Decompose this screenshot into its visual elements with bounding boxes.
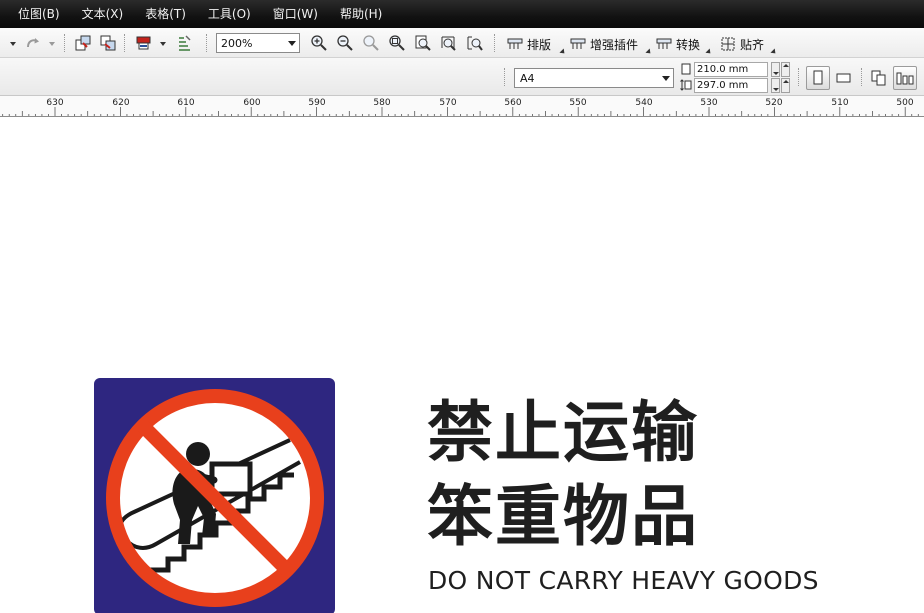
redo-dropdown-icon[interactable] xyxy=(49,42,55,46)
toolbar-separator xyxy=(64,34,65,52)
ruler-label: 500 xyxy=(896,98,914,108)
toolbar-separator xyxy=(494,34,495,52)
ruler-label: 590 xyxy=(308,98,326,108)
no-heavy-goods-sign-icon[interactable] xyxy=(94,378,335,613)
layout-label: 排版 xyxy=(527,37,552,52)
convert-label: 转换 xyxy=(676,37,701,52)
menu-text[interactable]: 文本(X) xyxy=(72,0,134,28)
plugin-button[interactable]: 增强插件 xyxy=(570,34,638,54)
zoom-to-page-icon[interactable] xyxy=(414,34,432,52)
zoom-page-width-icon[interactable] xyxy=(440,34,458,52)
zoom-in-icon[interactable] xyxy=(310,34,328,52)
plugin-label: 增强插件 xyxy=(590,37,639,52)
ruler-label: 540 xyxy=(635,98,653,108)
ruler-label: 510 xyxy=(831,98,849,108)
plugin-icon xyxy=(570,38,586,49)
landscape-button[interactable] xyxy=(832,66,856,90)
menu-tools[interactable]: 工具(O) xyxy=(198,0,261,28)
export-icon[interactable] xyxy=(99,34,117,52)
menu-window[interactable]: 窗口(W) xyxy=(263,0,328,28)
menu-bitmap[interactable]: 位图(B) xyxy=(8,0,70,28)
toolbar-separator xyxy=(798,68,799,86)
page-height-value: 297.0 mm xyxy=(697,80,749,91)
import-icon[interactable] xyxy=(74,34,92,52)
ruler-label: 620 xyxy=(112,98,130,108)
ruler-label: 570 xyxy=(439,98,457,108)
portrait-button[interactable] xyxy=(806,66,830,90)
toolbar-separator xyxy=(124,34,125,52)
options-icon[interactable] xyxy=(176,34,194,52)
convert-button[interactable]: 转换 xyxy=(656,34,700,54)
zoom-level-value: 200% xyxy=(221,36,253,50)
chevron-down-icon xyxy=(288,41,296,46)
zoom-page-height-icon[interactable] xyxy=(466,34,484,52)
redo-icon[interactable] xyxy=(24,34,42,52)
app-launcher-icon[interactable] xyxy=(135,34,153,52)
standard-toolbar xyxy=(0,28,924,58)
current-page-icon xyxy=(896,72,914,85)
chevron-down-icon xyxy=(662,76,670,81)
app-launcher-dropdown-icon[interactable] xyxy=(160,42,166,46)
ruler-label: 580 xyxy=(373,98,391,108)
ruler-label: 560 xyxy=(504,98,522,108)
ruler-label: 530 xyxy=(700,98,718,108)
sign-english-text: DO NOT CARRY HEAVY GOODS xyxy=(428,566,819,595)
page-width-value: 210.0 mm xyxy=(697,64,749,75)
ruler-label: 610 xyxy=(177,98,195,108)
zoom-out-icon[interactable] xyxy=(336,34,354,52)
landscape-page-icon xyxy=(836,73,851,83)
snap-button[interactable]: 贴齐 xyxy=(720,34,764,54)
menu-bar: 位图(B) 文本(X) 表格(T) 工具(O) 窗口(W) 帮助(H) xyxy=(0,0,924,28)
page-height-spinner-up[interactable] xyxy=(781,78,790,93)
menu-help[interactable]: 帮助(H) xyxy=(330,0,392,28)
sign-chinese-line-2: 笨重物品 xyxy=(427,478,699,555)
spin-down-icon[interactable] xyxy=(773,72,779,75)
page-width-spinner-up[interactable] xyxy=(781,62,790,77)
sign-chinese-line-1: 禁止运输 xyxy=(427,394,699,471)
page-width-spinner[interactable] xyxy=(771,62,780,77)
page-height-input[interactable]: 297.0 mm xyxy=(694,78,768,93)
snap-icon xyxy=(721,37,735,51)
page-height-icon xyxy=(680,79,692,91)
layout-button[interactable]: 排版 xyxy=(507,34,551,54)
ruler-ticks xyxy=(2,107,919,116)
paper-size-value: A4 xyxy=(520,71,535,85)
toolbar-separator xyxy=(504,68,505,86)
layout-icon xyxy=(507,38,523,49)
zoom-level-select[interactable]: 200% xyxy=(216,33,300,53)
ruler-label: 630 xyxy=(46,98,64,108)
zoom-all-objects-icon[interactable] xyxy=(388,34,406,52)
current-page-button[interactable] xyxy=(893,66,917,90)
page-width-input[interactable]: 210.0 mm xyxy=(694,62,768,77)
page-height-spinner[interactable] xyxy=(771,78,780,93)
page-width-icon xyxy=(681,63,691,75)
ruler-label: 520 xyxy=(765,98,783,108)
zoom-selected-icon[interactable] xyxy=(362,34,380,52)
ruler-label: 550 xyxy=(569,98,587,108)
undo-dropdown-icon[interactable] xyxy=(10,42,16,46)
paper-size-select[interactable]: A4 xyxy=(514,68,674,88)
spin-down-icon[interactable] xyxy=(773,88,779,91)
ruler-label: 600 xyxy=(243,98,261,108)
horizontal-ruler[interactable]: 630 620 610 600 590 580 570 560 550 540 … xyxy=(0,96,924,117)
convert-icon xyxy=(656,38,672,49)
toolbar-separator xyxy=(861,68,862,86)
menu-table[interactable]: 表格(T) xyxy=(135,0,196,28)
toolbar-separator xyxy=(206,34,207,52)
snap-label: 贴齐 xyxy=(740,37,765,52)
spin-up-icon[interactable] xyxy=(783,80,789,83)
portrait-page-icon xyxy=(813,70,823,85)
all-pages-icon xyxy=(871,70,886,86)
all-pages-button[interactable] xyxy=(867,66,891,90)
spin-up-icon[interactable] xyxy=(783,64,789,67)
